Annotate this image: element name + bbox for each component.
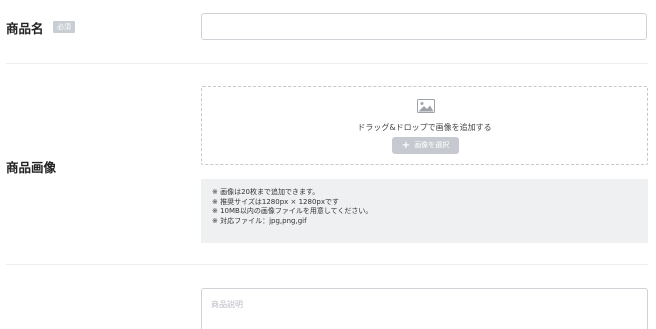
divider: [6, 264, 648, 265]
select-image-label: 画像を選択: [414, 141, 450, 149]
note-line: ※ 推奨サイズは1280px × 1280pxです: [212, 197, 339, 206]
dropzone-text: ドラッグ&ドロップで画像を追加する: [357, 123, 492, 132]
note-line: ※ 対応ファイル：jpg,png,gif: [212, 216, 307, 225]
note-line: ※ 10MB以内の画像ファイルを用意してください。: [212, 207, 373, 215]
product-form: 商品名 必須 商品画像 ドラッグ&ドロップで画像を追加する + 画像を選択 ※ 画…: [0, 0, 656, 329]
plus-icon: +: [401, 140, 411, 151]
image-notes: ※ 画像は20枚まで追加できます。 ※ 推奨サイズは1280px × 1280p…: [201, 179, 648, 243]
divider: [6, 63, 648, 64]
product-description-input[interactable]: [201, 288, 648, 329]
image-icon: [417, 99, 435, 113]
product-image-label: 商品画像: [6, 160, 57, 175]
note-line: ※ 画像は20枚まで追加できます。: [212, 188, 320, 196]
required-badge: 必須: [53, 21, 75, 33]
select-image-button[interactable]: + 画像を選択: [392, 137, 459, 154]
image-dropzone[interactable]: ドラッグ&ドロップで画像を追加する + 画像を選択: [201, 86, 648, 165]
product-name-label: 商品名: [6, 21, 44, 36]
product-name-input[interactable]: [201, 13, 647, 40]
